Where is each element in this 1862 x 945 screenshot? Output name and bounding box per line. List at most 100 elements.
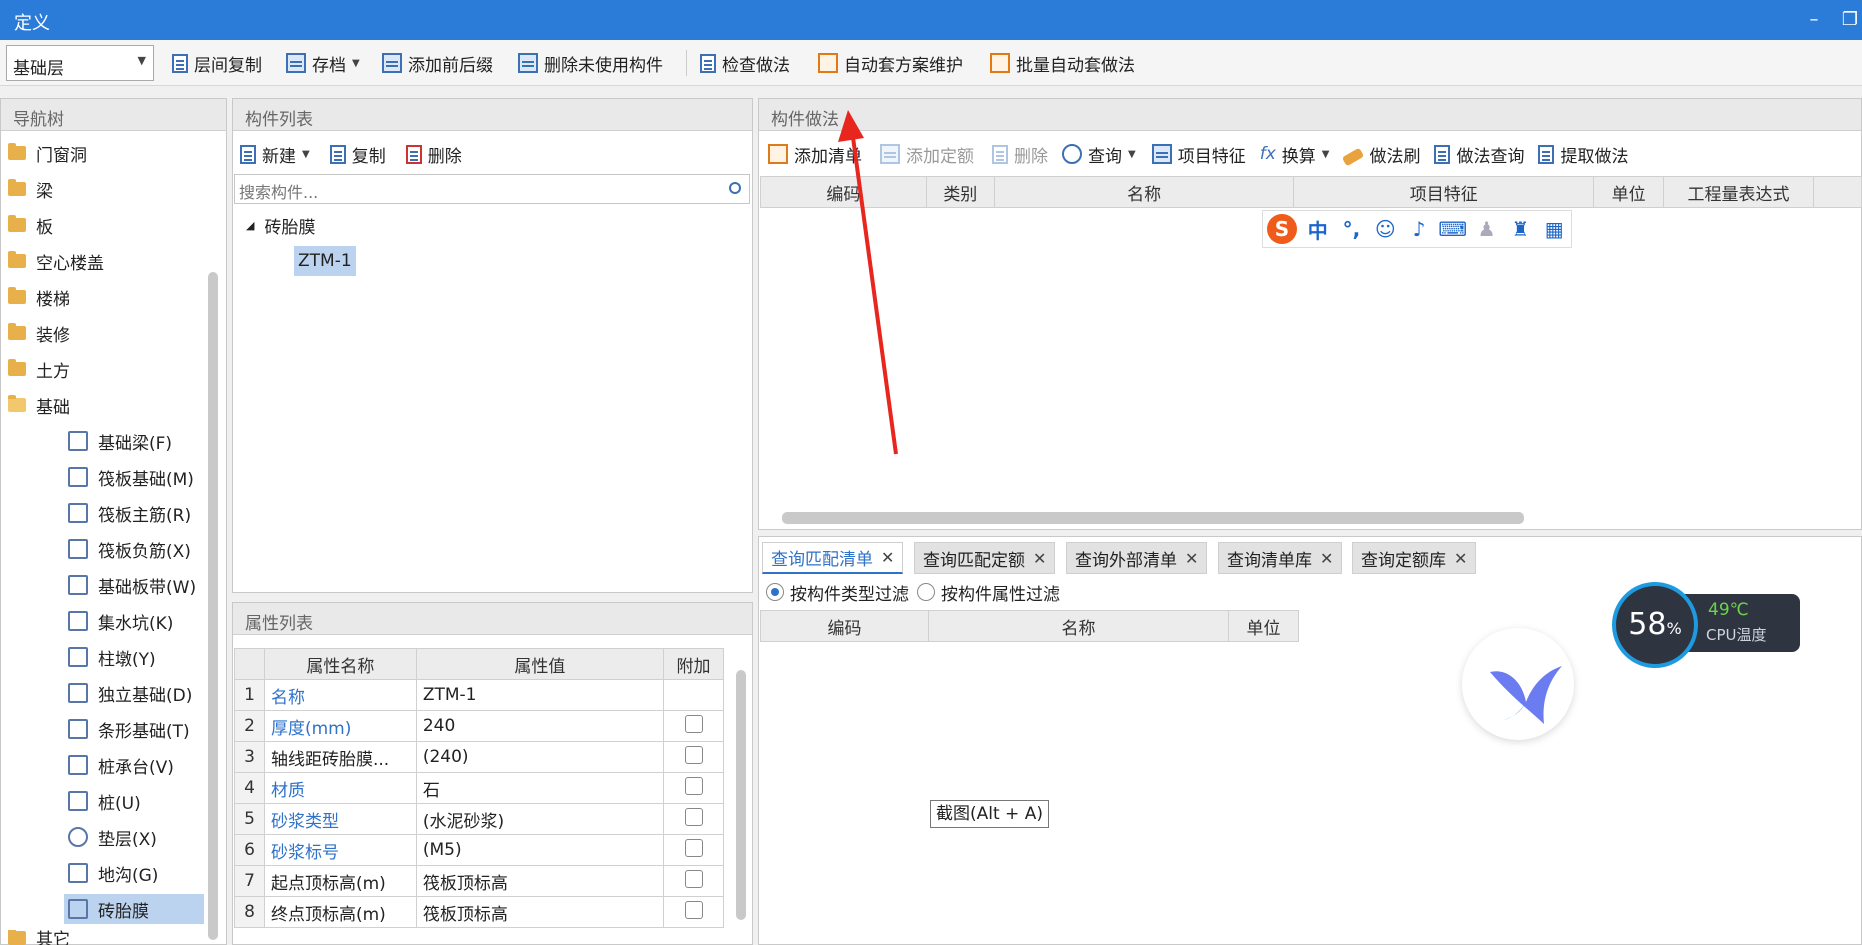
close-icon[interactable]: ✕ (881, 548, 894, 567)
tab-quota-library[interactable]: 查询定额库 ✕ (1352, 542, 1477, 574)
filter-by-type-label[interactable]: 按构件类型过滤 (790, 580, 909, 605)
extra-checkbox[interactable] (684, 776, 703, 795)
property-scrollbar[interactable] (736, 670, 746, 920)
user-icon[interactable]: ♟ (1470, 217, 1504, 241)
filter-by-attr-radio[interactable] (917, 583, 935, 601)
tree-node-ztm1[interactable]: ZTM-1 (294, 246, 356, 276)
nav-item-other[interactable]: 其它 (8, 930, 70, 945)
property-value[interactable]: ZTM-1 (415, 679, 665, 711)
tab-list-library[interactable]: 查询清单库 ✕ (1218, 542, 1343, 574)
check-method-button[interactable]: 检查做法 (700, 48, 790, 78)
filter-by-type-radio[interactable] (766, 583, 784, 601)
microphone-icon[interactable]: ♪ (1402, 217, 1436, 241)
property-value[interactable]: (240) (415, 741, 665, 773)
copy-between-floors-button[interactable]: 层间复制 (172, 48, 262, 78)
close-icon[interactable]: ✕ (1320, 549, 1333, 568)
extra-checkbox[interactable] (684, 745, 703, 764)
emoji-icon[interactable]: ☺ (1368, 217, 1402, 241)
property-value[interactable]: 筏板顶标高 (415, 865, 665, 897)
close-icon[interactable]: ✕ (1185, 549, 1198, 568)
extra-checkbox[interactable] (684, 838, 703, 857)
table-row[interactable]: 8 终点顶标高(m) 筏板顶标高 (234, 896, 724, 928)
nav-sub-pile[interactable]: 桩(U) (68, 786, 141, 816)
floating-assistant[interactable] (1462, 628, 1574, 740)
tab-match-quota[interactable]: 查询匹配定额 ✕ (914, 542, 1056, 574)
nav-item-slab[interactable]: 板 (8, 210, 53, 240)
table-row[interactable]: 4 材质 石 (234, 772, 724, 804)
chevron-down-icon[interactable]: ▼ (1128, 149, 1136, 160)
table-row[interactable]: 6 砂浆标号 (M5) (234, 834, 724, 866)
nav-item-hollow-floor[interactable]: 空心楼盖 (8, 246, 104, 276)
nav-sub-strip-footing[interactable]: 条形基础(T) (68, 714, 190, 744)
nav-sub-column-pier[interactable]: 柱墩(Y) (68, 642, 156, 672)
nav-item-stairs[interactable]: 楼梯 (8, 282, 70, 312)
extra-checkbox[interactable] (684, 869, 703, 888)
search-icon[interactable] (729, 182, 741, 194)
nav-sub-foundation-strip[interactable]: 基础板带(W) (68, 570, 196, 600)
nav-sub-foundation-beam[interactable]: 基础梁(F) (68, 426, 172, 456)
nav-sub-sump-pit[interactable]: 集水坑(K) (68, 606, 173, 636)
property-value[interactable]: 筏板顶标高 (415, 896, 665, 928)
nav-sub-isolated-footing[interactable]: 独立基础(D) (68, 678, 192, 708)
extra-checkbox[interactable] (684, 807, 703, 826)
nav-sub-pile-cap[interactable]: 桩承台(V) (68, 750, 174, 780)
nav-sub-cushion[interactable]: 垫层(X) (68, 822, 157, 852)
nav-item-beam[interactable]: 梁 (8, 174, 53, 204)
auto-scheme-button[interactable]: 自动套方案维护 (818, 48, 963, 78)
delete-button[interactable]: 删除 (428, 142, 462, 167)
delete-unused-button[interactable]: 删除未使用构件 (518, 48, 663, 78)
nav-item-foundation[interactable]: 基础 (8, 390, 70, 420)
property-value[interactable]: 240 (415, 710, 665, 742)
keyboard-icon[interactable]: ⌨ (1436, 217, 1470, 241)
tab-match-list[interactable]: 查询匹配清单 ✕ (762, 542, 904, 574)
table-row[interactable]: 5 砂浆类型 (水泥砂浆) (234, 803, 724, 835)
copy-button[interactable]: 复制 (352, 142, 386, 167)
minimize-button[interactable]: – (1800, 6, 1828, 34)
table-row[interactable]: 2 厚度(mm) 240 (234, 710, 724, 742)
nav-sub-raft-negative-rebar[interactable]: 筏板负筋(X) (68, 534, 191, 564)
add-quota-button[interactable]: 添加定额 (906, 142, 974, 167)
extra-checkbox[interactable] (684, 900, 703, 919)
ime-mode-toggle[interactable]: 中 (1301, 215, 1335, 244)
tree-node-brick-form[interactable]: ◢ 砖胎膜 (246, 210, 315, 240)
sogou-logo-icon[interactable]: S (1267, 214, 1297, 244)
extract-method-button[interactable]: 提取做法 (1560, 142, 1628, 167)
nav-item-decoration[interactable]: 装修 (8, 318, 70, 348)
property-value[interactable]: 石 (415, 772, 665, 804)
convert-button[interactable]: 换算 (1282, 142, 1316, 167)
method-brush-button[interactable]: 做法刷 (1369, 142, 1420, 167)
tab-external-list[interactable]: 查询外部清单 ✕ (1066, 542, 1208, 574)
skin-icon[interactable]: ♜ (1503, 217, 1537, 241)
close-icon[interactable]: ✕ (1454, 549, 1467, 568)
punctuation-icon[interactable]: °, (1335, 217, 1369, 241)
apps-grid-icon[interactable]: ▦ (1537, 217, 1571, 241)
nav-scrollbar[interactable] (208, 272, 218, 940)
restore-button[interactable]: ❐ (1836, 6, 1862, 34)
new-button[interactable]: 新建 (262, 142, 296, 167)
add-prefix-suffix-button[interactable]: 添加前后缀 (382, 48, 493, 78)
nav-sub-raft-main-rebar[interactable]: 筏板主筋(R) (68, 498, 191, 528)
archive-button[interactable]: 存档 ▼ (286, 48, 360, 78)
collapse-triangle-icon[interactable]: ◢ (246, 219, 254, 232)
nav-item-doors-windows[interactable]: 门窗洞 (8, 138, 87, 168)
close-icon[interactable]: ✕ (1033, 549, 1046, 568)
batch-auto-method-button[interactable]: 批量自动套做法 (990, 48, 1135, 78)
table-row[interactable]: 1 名称 ZTM-1 (234, 679, 724, 711)
layer-select[interactable]: 基础层 ▼ (6, 45, 154, 81)
chevron-down-icon[interactable]: ▼ (1322, 149, 1330, 160)
extra-checkbox[interactable] (684, 714, 703, 733)
component-search-input[interactable]: 搜索构件... (234, 174, 750, 204)
nav-sub-trench[interactable]: 地沟(G) (68, 858, 158, 888)
method-query-button[interactable]: 做法查询 (1456, 142, 1524, 167)
property-value[interactable]: (M5) (415, 834, 665, 866)
filter-by-attr-label[interactable]: 按构件属性过滤 (941, 580, 1060, 605)
method-hscrollbar[interactable] (782, 512, 1524, 524)
query-button[interactable]: 查询 (1088, 142, 1122, 167)
property-value[interactable]: (水泥砂浆) (415, 803, 665, 835)
feature-button[interactable]: 项目特征 (1178, 142, 1246, 167)
nav-item-earthwork[interactable]: 土方 (8, 354, 70, 384)
method-delete-button[interactable]: 删除 (1014, 142, 1048, 167)
chevron-down-icon[interactable]: ▼ (302, 149, 310, 160)
table-row[interactable]: 7 起点顶标高(m) 筏板顶标高 (234, 865, 724, 897)
nav-sub-raft-foundation[interactable]: 筏板基础(M) (68, 462, 194, 492)
